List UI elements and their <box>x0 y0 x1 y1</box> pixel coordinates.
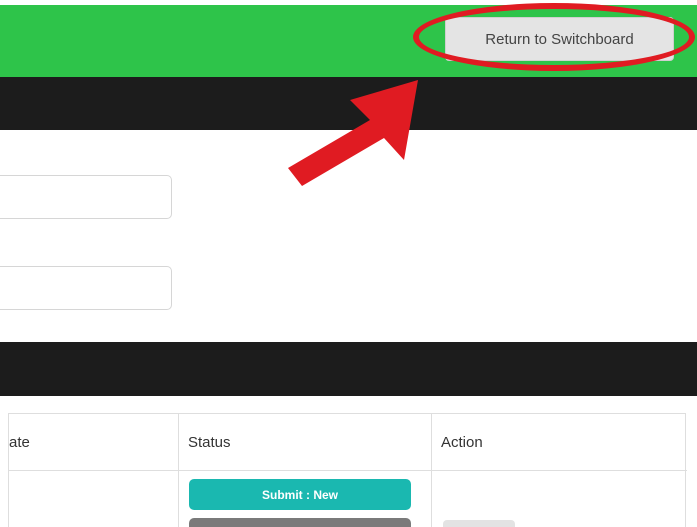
action-button[interactable] <box>443 520 515 527</box>
section-header-bar <box>0 342 697 396</box>
status-badge-secondary[interactable] <box>189 518 411 527</box>
column-header-date: ate <box>9 433 30 451</box>
status-badge-submit-new[interactable]: Submit : New <box>189 479 411 510</box>
row-divider <box>9 470 687 471</box>
column-header-action: Action <box>441 433 483 451</box>
nav-bar <box>0 77 697 130</box>
results-table: ate Status Action Submit : New <box>8 413 687 527</box>
form-input-2[interactable] <box>0 266 172 310</box>
return-to-switchboard-button[interactable]: Return to Switchboard <box>445 17 674 61</box>
form-input-1[interactable] <box>0 175 172 219</box>
column-header-status: Status <box>188 433 231 451</box>
